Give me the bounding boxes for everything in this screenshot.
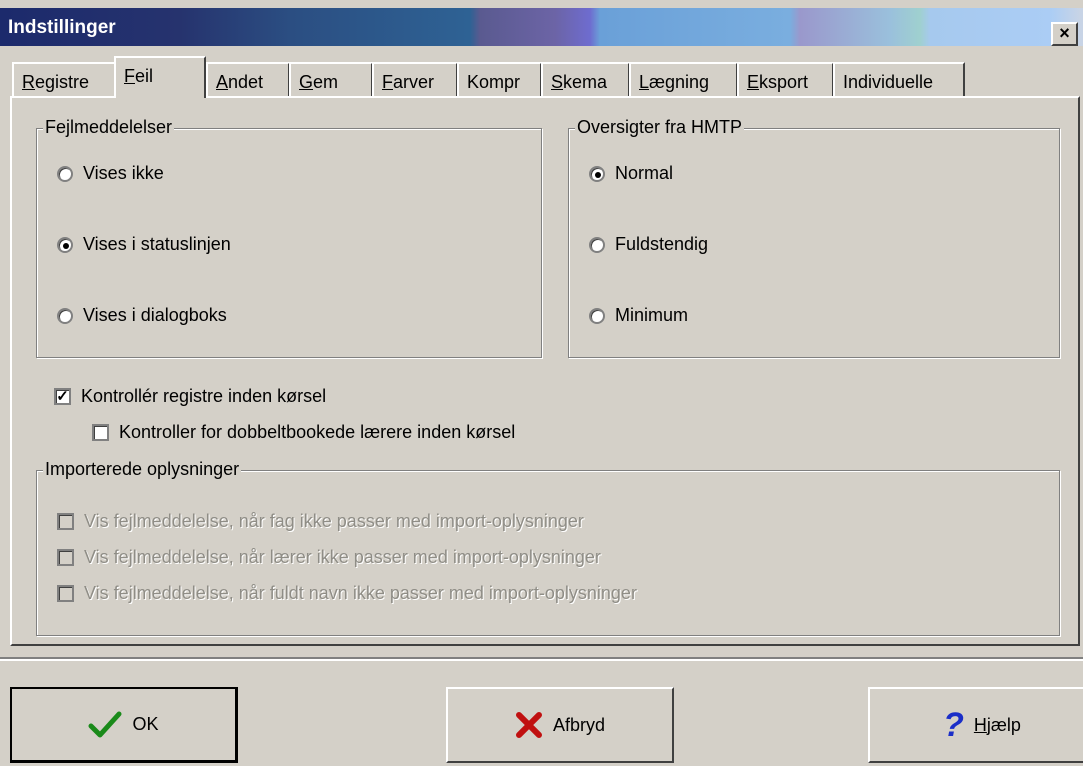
radio-circle bbox=[589, 307, 605, 324]
ok-button[interactable]: OK bbox=[10, 687, 238, 763]
radio-circle bbox=[589, 236, 605, 253]
radio-fuldstendig[interactable]: Fuldstendig bbox=[589, 234, 708, 255]
group-legend: Fejlmeddelelser bbox=[43, 117, 175, 138]
separator bbox=[0, 657, 1083, 661]
window-title: Indstillinger bbox=[8, 17, 116, 38]
tab-registre[interactable]: Registre bbox=[12, 62, 116, 96]
help-button[interactable]: ? Hjælp bbox=[868, 687, 1083, 763]
x-icon bbox=[515, 712, 542, 738]
checkbox-import-laerer[interactable]: Vis fejlmeddelelse, når lærer ikke passe… bbox=[57, 547, 601, 568]
close-button[interactable]: × bbox=[1051, 22, 1078, 46]
fejlmeddelelser-group: Fejlmeddelelser Vises ikke Vises i statu… bbox=[36, 117, 542, 358]
radio-vises-i-statuslinjen[interactable]: Vises i statuslinjen bbox=[57, 234, 231, 255]
radio-circle bbox=[57, 307, 73, 324]
checkbox-box bbox=[92, 424, 109, 441]
group-legend: Importerede oplysninger bbox=[43, 459, 242, 480]
tab-skema[interactable]: Skema bbox=[541, 62, 630, 96]
radio-vises-ikke[interactable]: Vises ikke bbox=[57, 163, 164, 184]
radio-circle bbox=[57, 165, 73, 182]
importerede-group: Importerede oplysninger Vis fejlmeddelel… bbox=[36, 459, 1060, 636]
close-icon: × bbox=[1059, 23, 1070, 43]
cancel-button[interactable]: Afbryd bbox=[446, 687, 674, 763]
oversigter-group: Oversigter fra HMTP Normal Fuldstendig M… bbox=[568, 117, 1060, 358]
tab-panel: Fejlmeddelelser Vises ikke Vises i statu… bbox=[10, 96, 1080, 646]
question-icon: ? bbox=[943, 706, 964, 744]
tab-individuelle[interactable]: Individuelle bbox=[833, 62, 965, 96]
checkbox-import-fag[interactable]: Vis fejlmeddelelse, når fag ikke passer … bbox=[57, 511, 584, 532]
checkbox-kontroller-registre[interactable]: ✓ Kontrollér registre inden kørsel bbox=[54, 386, 326, 407]
checkbox-box-checked: ✓ bbox=[54, 388, 71, 405]
group-legend: Oversigter fra HMTP bbox=[575, 117, 745, 138]
checkbox-box-disabled bbox=[57, 513, 74, 530]
tab-laegning[interactable]: Lægning bbox=[629, 62, 738, 96]
checkbox-kontroller-dobbelt[interactable]: Kontroller for dobbeltbookede lærere ind… bbox=[92, 422, 515, 443]
tab-farver[interactable]: Farver bbox=[372, 62, 458, 96]
checkbox-import-navn[interactable]: Vis fejlmeddelelse, når fuldt navn ikke … bbox=[57, 583, 637, 604]
check-icon bbox=[88, 711, 122, 737]
tab-kompr[interactable]: Kompr bbox=[457, 62, 542, 96]
radio-vises-i-dialogboks[interactable]: Vises i dialogboks bbox=[57, 305, 227, 326]
tab-feil[interactable]: Feil bbox=[114, 56, 206, 98]
radio-normal[interactable]: Normal bbox=[589, 163, 673, 184]
title-bar: Indstillinger × bbox=[0, 8, 1083, 46]
radio-circle-selected bbox=[57, 236, 73, 253]
settings-dialog: Indstillinger × Registre Feil Andet Gem … bbox=[0, 0, 1083, 766]
radio-minimum[interactable]: Minimum bbox=[589, 305, 688, 326]
tab-andet[interactable]: Andet bbox=[206, 62, 290, 96]
tab-eksport[interactable]: Eksport bbox=[737, 62, 834, 96]
radio-circle-selected bbox=[589, 165, 605, 182]
tab-gem[interactable]: Gem bbox=[289, 62, 373, 96]
checkbox-box-disabled bbox=[57, 585, 74, 602]
checkbox-box-disabled bbox=[57, 549, 74, 566]
